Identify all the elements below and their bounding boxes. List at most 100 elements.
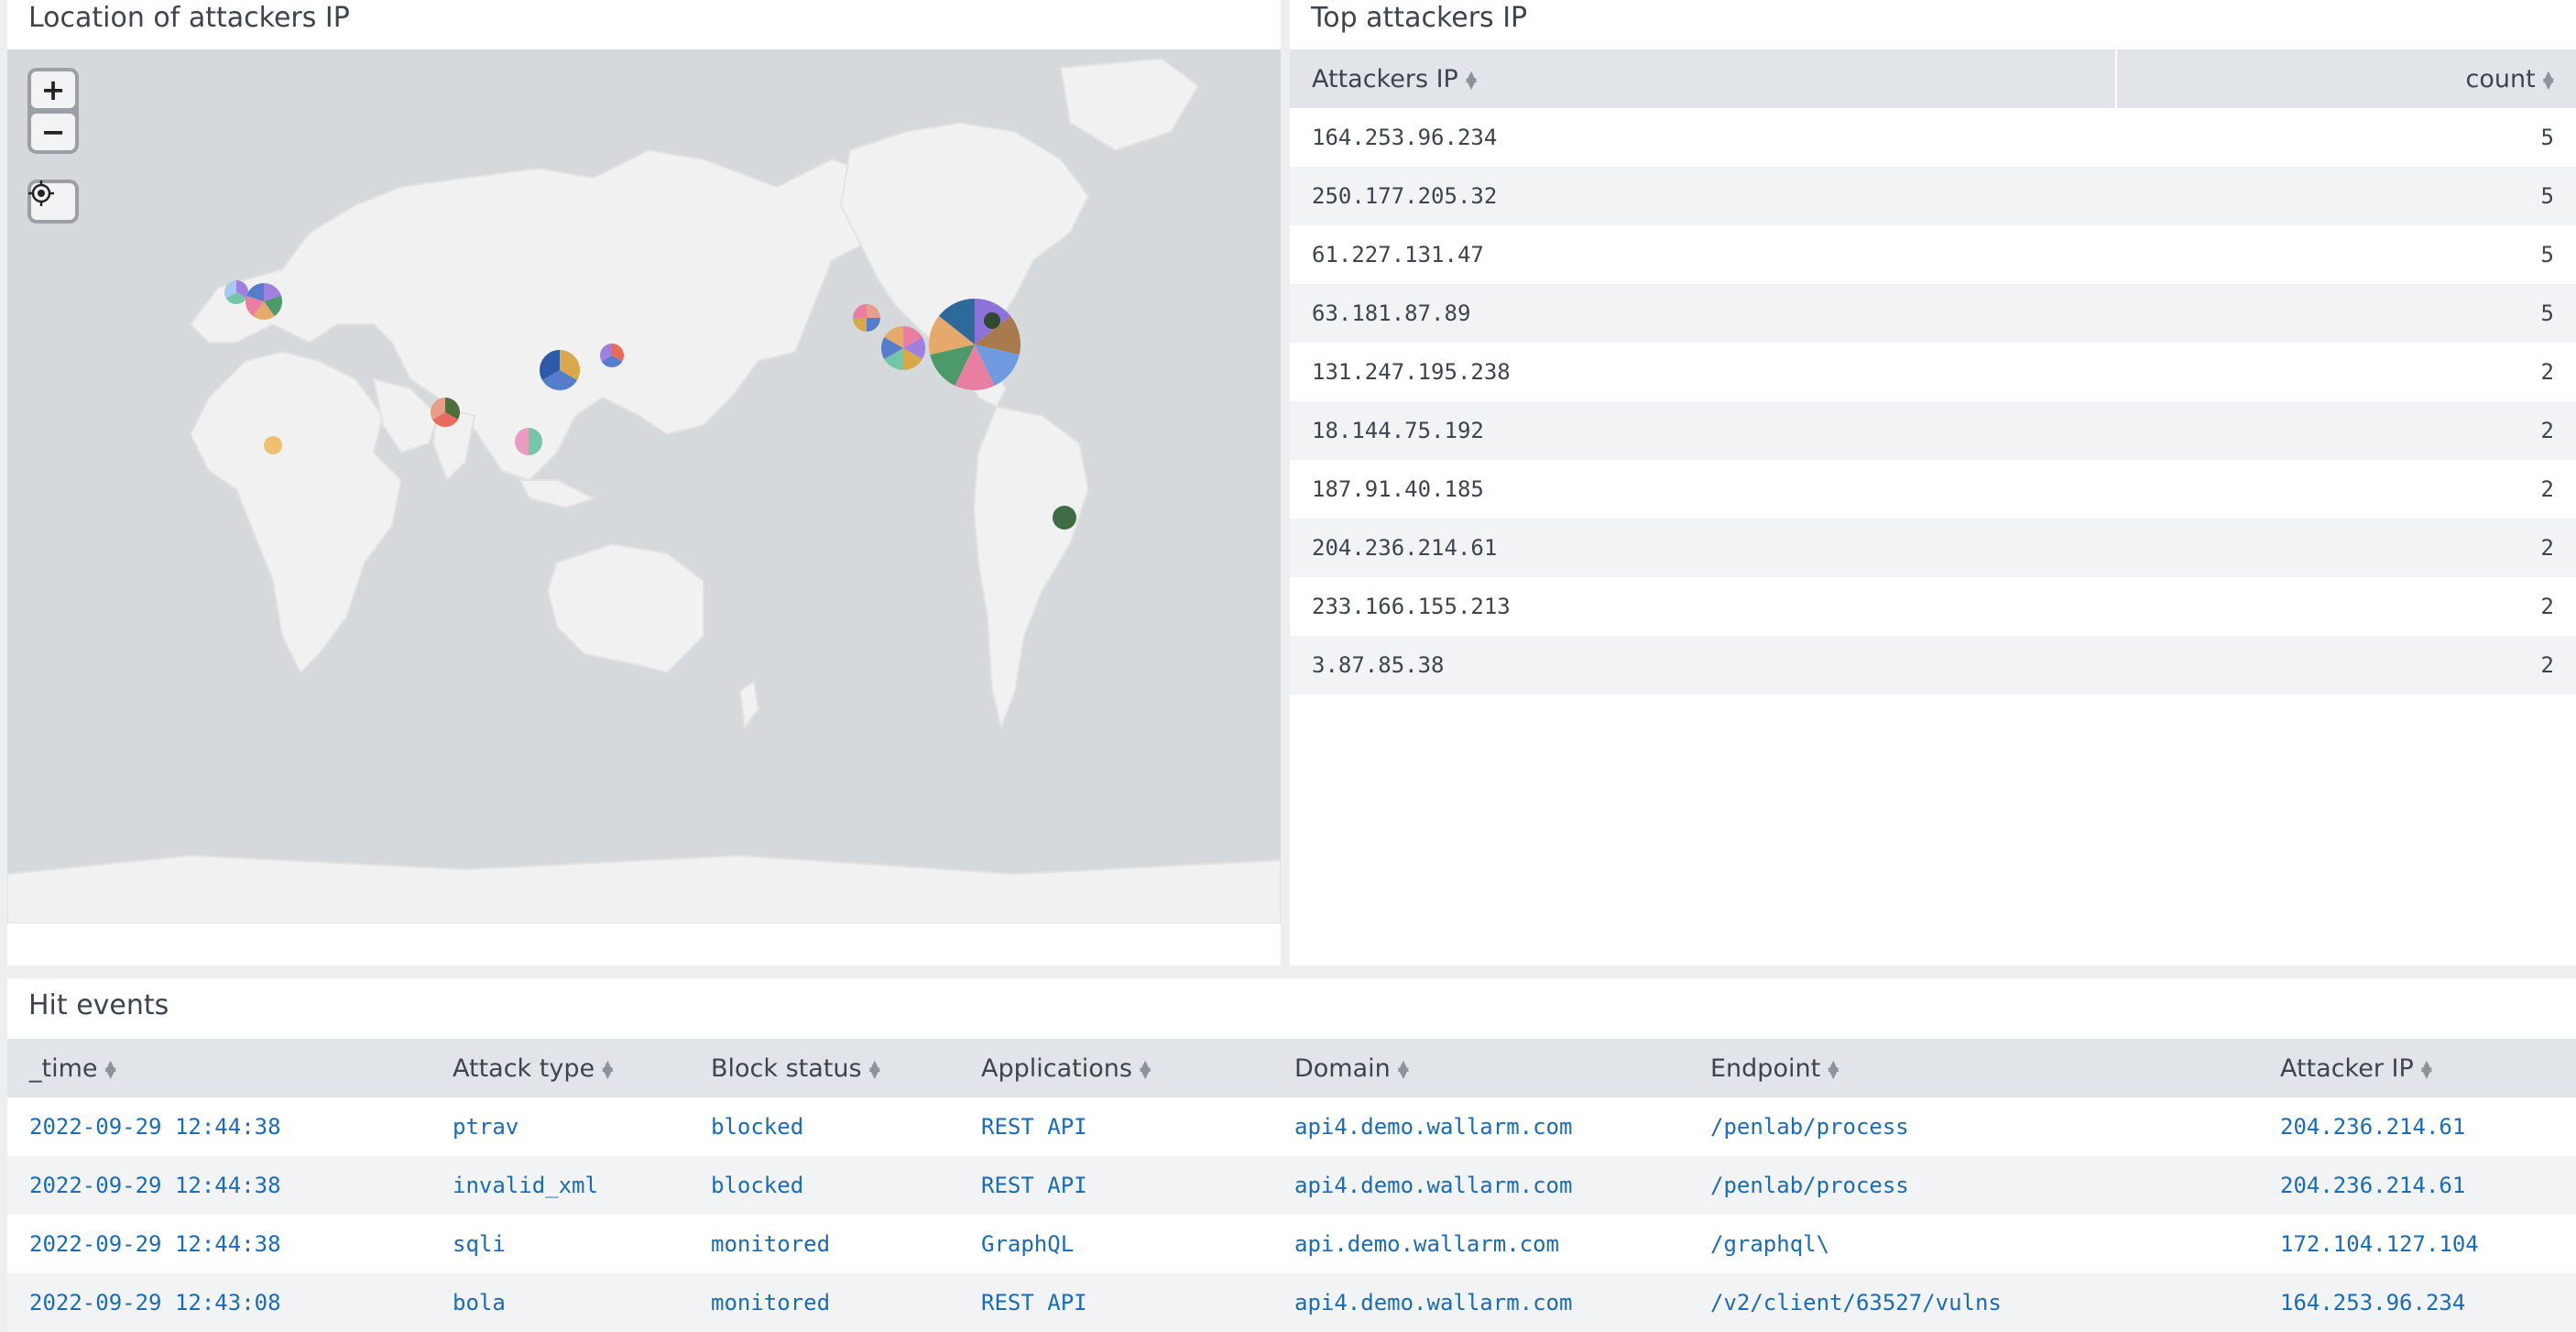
map-panel: Location of attackers IP + −	[7, 0, 1281, 966]
attacker-ip-cell[interactable]: 3.87.85.38	[1290, 636, 2116, 694]
map-marker-singapore[interactable]	[515, 428, 542, 455]
time-cell[interactable]: 2022-09-29 12:44:38	[7, 1215, 431, 1273]
attackers-map[interactable]: + −	[7, 49, 1281, 923]
domain-cell[interactable]: api4.demo.wallarm.com	[1272, 1273, 1688, 1332]
table-row[interactable]: 18.144.75.192 2	[1290, 401, 2576, 460]
endpoint-cell[interactable]: /penlab/process	[1688, 1156, 2258, 1215]
domain-cell[interactable]: api.demo.wallarm.com	[1272, 1215, 1688, 1273]
hit-events-panel: Hit events _time ▲ ▼ Attack type ▲ ▼ Block sta…	[7, 978, 2576, 1332]
map-marker-china[interactable]	[539, 350, 580, 390]
column-header-label: Attacker IP	[2280, 1054, 2414, 1083]
column-header-count[interactable]: count ▲ ▼	[2116, 49, 2576, 108]
time-cell[interactable]: 2022-09-29 12:44:38	[7, 1097, 431, 1156]
table-row[interactable]: 63.181.87.89 5	[1290, 284, 2576, 343]
table-row[interactable]: 187.91.40.185 2	[1290, 460, 2576, 519]
map-marker-us-california[interactable]	[880, 326, 926, 370]
pie-slice	[1053, 506, 1076, 530]
column-header-label: Attackers IP	[1312, 64, 1458, 93]
column-header-attackers-ip[interactable]: Attackers IP ▲ ▼	[1290, 49, 2117, 108]
applications-cell[interactable]: GraphQL	[959, 1215, 1272, 1273]
attack-type-cell[interactable]: invalid_xml	[431, 1156, 689, 1215]
pie-slice	[867, 304, 880, 318]
attacker-ip-cell[interactable]: 204.236.214.61	[2258, 1156, 2576, 1215]
domain-cell[interactable]: api4.demo.wallarm.com	[1272, 1156, 1688, 1215]
column-header-label: Domain	[1294, 1054, 1391, 1083]
attacker-ip-cell[interactable]: 250.177.205.32	[1290, 167, 2116, 225]
map-marker-india[interactable]	[431, 398, 461, 427]
table-row[interactable]: 3.87.85.38 2	[1290, 636, 2576, 694]
attacker-ip-cell[interactable]: 187.91.40.185	[1290, 460, 2116, 519]
sort-icon: ▲ ▼	[2542, 67, 2554, 92]
attacker-ip-cell[interactable]: 172.104.127.104	[2258, 1215, 2576, 1273]
block-status-cell[interactable]: monitored	[689, 1273, 959, 1332]
count-cell: 5	[2116, 284, 2576, 343]
hit-events-table: _time ▲ ▼ Attack type ▲ ▼ Block status ▲ ▼ Applic…	[7, 1039, 2576, 1332]
map-marker-us-east[interactable]	[929, 299, 1021, 390]
domain-cell[interactable]: api4.demo.wallarm.com	[1272, 1097, 1688, 1156]
pie-slice	[515, 428, 529, 455]
top-attackers-table: Attackers IP ▲ ▼ count ▲ ▼ 164.253.96.234 5 25…	[1290, 49, 2576, 694]
table-row[interactable]: 250.177.205.32 5	[1290, 167, 2576, 225]
column-header-domain[interactable]: Domain ▲ ▼	[1272, 1039, 1688, 1097]
map-marker-west-africa[interactable]	[264, 436, 282, 454]
map-marker-overlay-dot[interactable]	[984, 312, 1000, 329]
attack-type-cell[interactable]: bola	[431, 1273, 689, 1332]
table-row[interactable]: 233.166.155.213 2	[1290, 577, 2576, 636]
map-marker-japan[interactable]	[600, 344, 624, 367]
table-row[interactable]: 2022-09-29 12:44:38 sqli monitored GraphQL a…	[7, 1215, 2576, 1273]
table-row[interactable]: 204.236.214.61 2	[1290, 519, 2576, 577]
sort-icon: ▲ ▼	[1139, 1056, 1152, 1081]
time-cell[interactable]: 2022-09-29 12:44:38	[7, 1156, 431, 1215]
table-row[interactable]: 2022-09-29 12:44:38 invalid_xml blocked RES…	[7, 1156, 2576, 1215]
attacker-ip-cell[interactable]: 61.227.131.47	[1290, 225, 2116, 284]
pie-slice	[264, 436, 282, 454]
endpoint-cell[interactable]: /v2/client/63527/vulns	[1688, 1273, 2258, 1332]
sort-icon: ▲ ▼	[104, 1056, 116, 1081]
attacker-ip-cell[interactable]: 164.253.96.234	[2258, 1273, 2576, 1332]
count-cell: 2	[2116, 636, 2576, 694]
attacker-ip-cell[interactable]: 233.166.155.213	[1290, 577, 2116, 636]
table-row[interactable]: 131.247.195.238 2	[1290, 343, 2576, 401]
attacker-ip-cell[interactable]: 164.253.96.234	[1290, 108, 2116, 167]
table-row[interactable]: 61.227.131.47 5	[1290, 225, 2576, 284]
endpoint-cell[interactable]: /penlab/process	[1688, 1097, 2258, 1156]
pie-slice	[853, 318, 867, 332]
column-header-attacker-ip[interactable]: Attacker IP ▲ ▼	[2258, 1039, 2576, 1097]
attacker-ip-cell[interactable]: 63.181.87.89	[1290, 284, 2116, 343]
table-header-row: Attackers IP ▲ ▼ count ▲ ▼	[1290, 49, 2576, 108]
map-marker-western-europe[interactable]	[246, 283, 282, 320]
sort-icon: ▲ ▼	[602, 1056, 614, 1081]
applications-cell[interactable]: REST API	[959, 1273, 1272, 1332]
endpoint-cell[interactable]: /graphql\	[1688, 1215, 2258, 1273]
table-row[interactable]: 2022-09-29 12:44:38 ptrav blocked REST API a…	[7, 1097, 2576, 1156]
column-header-block-status[interactable]: Block status ▲ ▼	[689, 1039, 959, 1097]
block-status-cell[interactable]: blocked	[689, 1156, 959, 1215]
table-row[interactable]: 2022-09-29 12:43:08 bola monitored REST API…	[7, 1273, 2576, 1332]
block-status-cell[interactable]: blocked	[689, 1097, 959, 1156]
pie-slice	[853, 304, 867, 318]
map-marker-brazil[interactable]	[1053, 506, 1076, 530]
block-status-cell[interactable]: monitored	[689, 1215, 959, 1273]
attacker-ip-cell[interactable]: 204.236.214.61	[1290, 519, 2116, 577]
count-cell: 2	[2116, 460, 2576, 519]
column-header-label: Attack type	[453, 1054, 595, 1083]
attack-type-cell[interactable]: sqli	[431, 1215, 689, 1273]
table-row[interactable]: 164.253.96.234 5	[1290, 108, 2576, 167]
attacker-ip-cell[interactable]: 18.144.75.192	[1290, 401, 2116, 460]
column-header-label: Endpoint	[1710, 1054, 1821, 1083]
map-marker-us-west[interactable]	[853, 304, 880, 332]
applications-cell[interactable]: REST API	[959, 1156, 1272, 1215]
map-marker-united-kingdom[interactable]	[224, 280, 249, 305]
applications-cell[interactable]: REST API	[959, 1097, 1272, 1156]
count-cell: 5	[2116, 167, 2576, 225]
attacker-ip-cell[interactable]: 204.236.214.61	[2258, 1097, 2576, 1156]
column-header-time[interactable]: _time ▲ ▼	[7, 1039, 431, 1097]
sort-icon: ▲ ▼	[1397, 1056, 1410, 1081]
time-cell[interactable]: 2022-09-29 12:43:08	[7, 1273, 431, 1332]
attack-type-cell[interactable]: ptrav	[431, 1097, 689, 1156]
attacker-ip-cell[interactable]: 131.247.195.238	[1290, 343, 2116, 401]
column-header-attack-type[interactable]: Attack type ▲ ▼	[431, 1039, 689, 1097]
table-header-row: _time ▲ ▼ Attack type ▲ ▼ Block status ▲ ▼ Applic…	[7, 1039, 2576, 1097]
column-header-endpoint[interactable]: Endpoint ▲ ▼	[1688, 1039, 2258, 1097]
column-header-applications[interactable]: Applications ▲ ▼	[959, 1039, 1272, 1097]
